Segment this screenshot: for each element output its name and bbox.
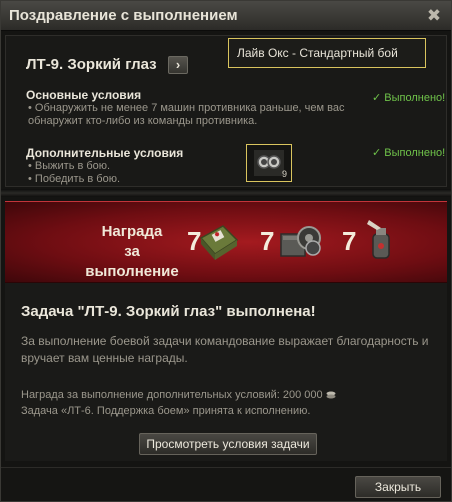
close-icon[interactable]: ✖ bbox=[423, 5, 445, 27]
battle-type-label: Лайв Окс - Стандартный бой bbox=[228, 38, 426, 68]
badge-count: 9 bbox=[281, 169, 287, 179]
main-conditions-status: ✓ Выполнено! bbox=[372, 92, 446, 104]
extra-condition-survive: • Выжить в бою. bbox=[28, 160, 111, 172]
binoculars-icon bbox=[254, 150, 284, 176]
window-footer: Закрыть bbox=[1, 467, 451, 501]
extra-reward-line: Награда за выполнение дополнительных усл… bbox=[21, 387, 441, 403]
extra-conditions-status: ✓ Выполнено! bbox=[372, 147, 446, 159]
completion-panel: Задача "ЛТ-9. Зоркий глаз" выполнена! За… bbox=[5, 283, 447, 461]
reward-label-line2: за выполнение bbox=[85, 243, 179, 280]
main-conditions-title: Основные условия bbox=[26, 88, 142, 102]
extra-condition-win: • Победить в бою. bbox=[28, 173, 120, 185]
divider bbox=[1, 189, 451, 197]
first-aid-kit-icon[interactable] bbox=[195, 218, 241, 264]
reward-label-line1: Награда bbox=[101, 223, 163, 240]
completion-title: Задача "ЛТ-9. Зоркий глаз" выполнена! bbox=[21, 303, 316, 320]
reward-label: Награда за выполнение bbox=[77, 222, 187, 282]
extra-conditions-title: Дополнительные условия bbox=[26, 146, 184, 160]
view-task-conditions-button[interactable]: Просмотреть условия задачи bbox=[139, 433, 317, 455]
title-bar: Поздравление с выполнением ✖ bbox=[1, 1, 451, 31]
extra-reward-text: Награда за выполнение дополнительных усл… bbox=[21, 389, 323, 401]
window-title: Поздравление с выполнением bbox=[9, 7, 238, 24]
fire-extinguisher-icon[interactable] bbox=[359, 216, 405, 262]
next-task-text: Задача «ЛТ-6. Поддержка боем» принята к … bbox=[21, 405, 311, 417]
completion-extra-info: Награда за выполнение дополнительных усл… bbox=[21, 387, 441, 419]
quest-name: ЛТ-9. Зоркий глаз bbox=[26, 56, 157, 73]
main-conditions-text: • Обнаружить не менее 7 машин противника… bbox=[28, 102, 345, 127]
reward-count-fire-extinguisher: 7 bbox=[342, 226, 357, 256]
quest-complete-window: Поздравление с выполнением ✖ ЛТ-9. Зорки… bbox=[0, 0, 452, 502]
credits-icon bbox=[326, 391, 336, 399]
repair-kit-icon[interactable] bbox=[277, 218, 323, 264]
quest-panel: ЛТ-9. Зоркий глаз › Лайв Окс - Стандартн… bbox=[5, 35, 447, 187]
extra-reward-badge[interactable]: 9 bbox=[246, 144, 292, 182]
reward-count-repair-kit: 7 bbox=[260, 226, 275, 256]
completion-text: За выполнение боевой задачи командование… bbox=[21, 334, 429, 365]
quest-details-arrow-icon[interactable]: › bbox=[168, 56, 188, 74]
reward-banner: Награда за выполнение 7 7 7 bbox=[5, 201, 447, 283]
close-button[interactable]: Закрыть bbox=[355, 476, 441, 498]
